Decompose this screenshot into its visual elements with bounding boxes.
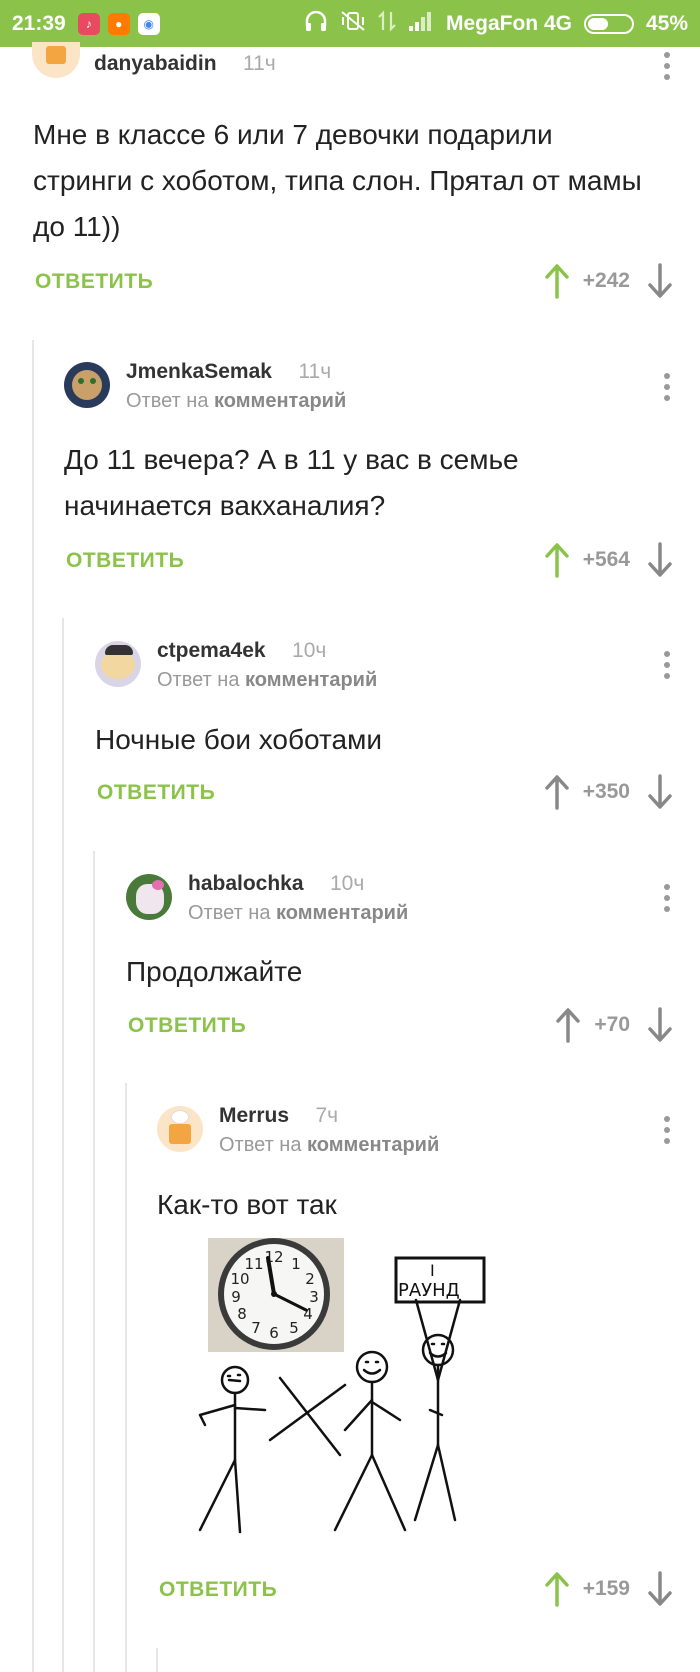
comment-author[interactable]: ctpema4ek	[157, 639, 266, 662]
downvote-icon[interactable]	[648, 1007, 672, 1043]
battery-percent: 45%	[645, 11, 688, 35]
comment-text: Мне в классе 6 или 7 девочки подарили ст…	[33, 119, 642, 242]
reply-to-line: Ответ на комментарий	[126, 390, 347, 412]
more-options-icon[interactable]	[664, 651, 670, 679]
comment-time: 10ч	[330, 872, 365, 895]
vote-controls: +70	[556, 1007, 672, 1043]
upvote-icon[interactable]	[544, 542, 569, 578]
comment-text: До 11 вечера? А в 11 у вас в семье начин…	[64, 444, 519, 521]
comment-author[interactable]: danyabaidin	[94, 52, 217, 75]
more-options-icon[interactable]	[664, 884, 670, 912]
signal-icon	[408, 11, 434, 37]
avatar[interactable]	[32, 42, 80, 78]
avatar[interactable]	[126, 874, 172, 920]
reply-to-line: Ответ на комментарий	[188, 902, 409, 924]
downvote-icon[interactable]	[648, 542, 672, 578]
avatar[interactable]	[64, 362, 110, 408]
vote-controls: +350	[544, 774, 672, 810]
vote-score: +159	[582, 1577, 630, 1600]
comment-text: Как-то вот так	[157, 1189, 337, 1220]
thread-line	[32, 340, 34, 1672]
vote-controls: +242	[544, 263, 672, 299]
reply-button[interactable]: ОТВЕТИТЬ	[128, 1014, 246, 1038]
reply-to-line: Ответ на комментарий	[219, 1134, 440, 1156]
comment-time: 11ч	[242, 52, 276, 75]
reply-button[interactable]: ОТВЕТИТЬ	[159, 1578, 277, 1602]
status-bar: 21:39 ♪ ● ◉ MegaFon 4G 45%	[0, 0, 700, 47]
tiktok-icon: ♪	[77, 12, 100, 35]
reply-target-link[interactable]: комментарий	[307, 1134, 439, 1156]
comment-text: Ночные бои хоботами	[95, 724, 382, 755]
avatar[interactable]	[157, 1106, 203, 1152]
more-options-icon[interactable]	[664, 52, 670, 80]
upvote-icon[interactable]	[544, 1571, 569, 1607]
more-options-icon[interactable]	[664, 1116, 670, 1144]
upvote-icon[interactable]	[556, 1007, 581, 1043]
carrier-label: MegaFon 4G	[445, 11, 572, 35]
battery-icon	[583, 13, 634, 34]
more-options-icon[interactable]	[664, 373, 670, 401]
upvote-icon[interactable]	[544, 263, 569, 299]
reply-target-link[interactable]: комментарий	[214, 390, 346, 412]
vote-score: +350	[582, 780, 630, 803]
stick-figures-drawing	[198, 1298, 462, 1534]
reply-to-line: Ответ на комментарий	[157, 669, 378, 691]
data-arrows-icon	[378, 9, 396, 38]
reply-button[interactable]: ОТВЕТИТЬ	[66, 549, 184, 573]
thread-line	[156, 1648, 158, 1672]
vote-score: +564	[582, 548, 630, 571]
comment-author[interactable]: Merrus	[219, 1104, 289, 1127]
comment-text: Продолжайте	[126, 956, 303, 987]
comment-author[interactable]: JmenkaSemak	[126, 360, 272, 383]
comment-time: 10ч	[292, 639, 327, 662]
downvote-icon[interactable]	[648, 1571, 672, 1607]
avatar[interactable]	[95, 641, 141, 687]
upvote-icon[interactable]	[544, 774, 569, 810]
comment-time: 7ч	[315, 1104, 339, 1127]
chrome-icon: ◉	[137, 12, 160, 35]
vote-score: +242	[582, 269, 630, 292]
reply-button[interactable]: ОТВЕТИТЬ	[35, 270, 153, 294]
vote-score: +70	[594, 1013, 630, 1036]
downvote-icon[interactable]	[648, 774, 672, 810]
comment-author[interactable]: habalochka	[188, 872, 304, 895]
vote-controls: +564	[544, 542, 672, 578]
comment-time: 11ч	[298, 360, 332, 383]
headphones-icon	[304, 10, 328, 38]
thread-line	[93, 851, 95, 1672]
thread-line	[62, 618, 64, 1672]
downvote-icon[interactable]	[648, 263, 672, 299]
shop-icon: ●	[107, 12, 130, 35]
reply-button[interactable]: ОТВЕТИТЬ	[97, 781, 215, 805]
status-time: 21:39	[12, 11, 66, 35]
thread-line	[125, 1083, 127, 1672]
reply-target-link[interactable]: комментарий	[276, 902, 408, 924]
comment-image[interactable]: 12 1 2 3 4 5 6 7 8 9 10 11 I РАУНД	[180, 1230, 510, 1540]
vote-controls: +159	[544, 1571, 672, 1607]
reply-target-link[interactable]: комментарий	[245, 669, 377, 691]
vibrate-off-icon	[340, 10, 366, 38]
